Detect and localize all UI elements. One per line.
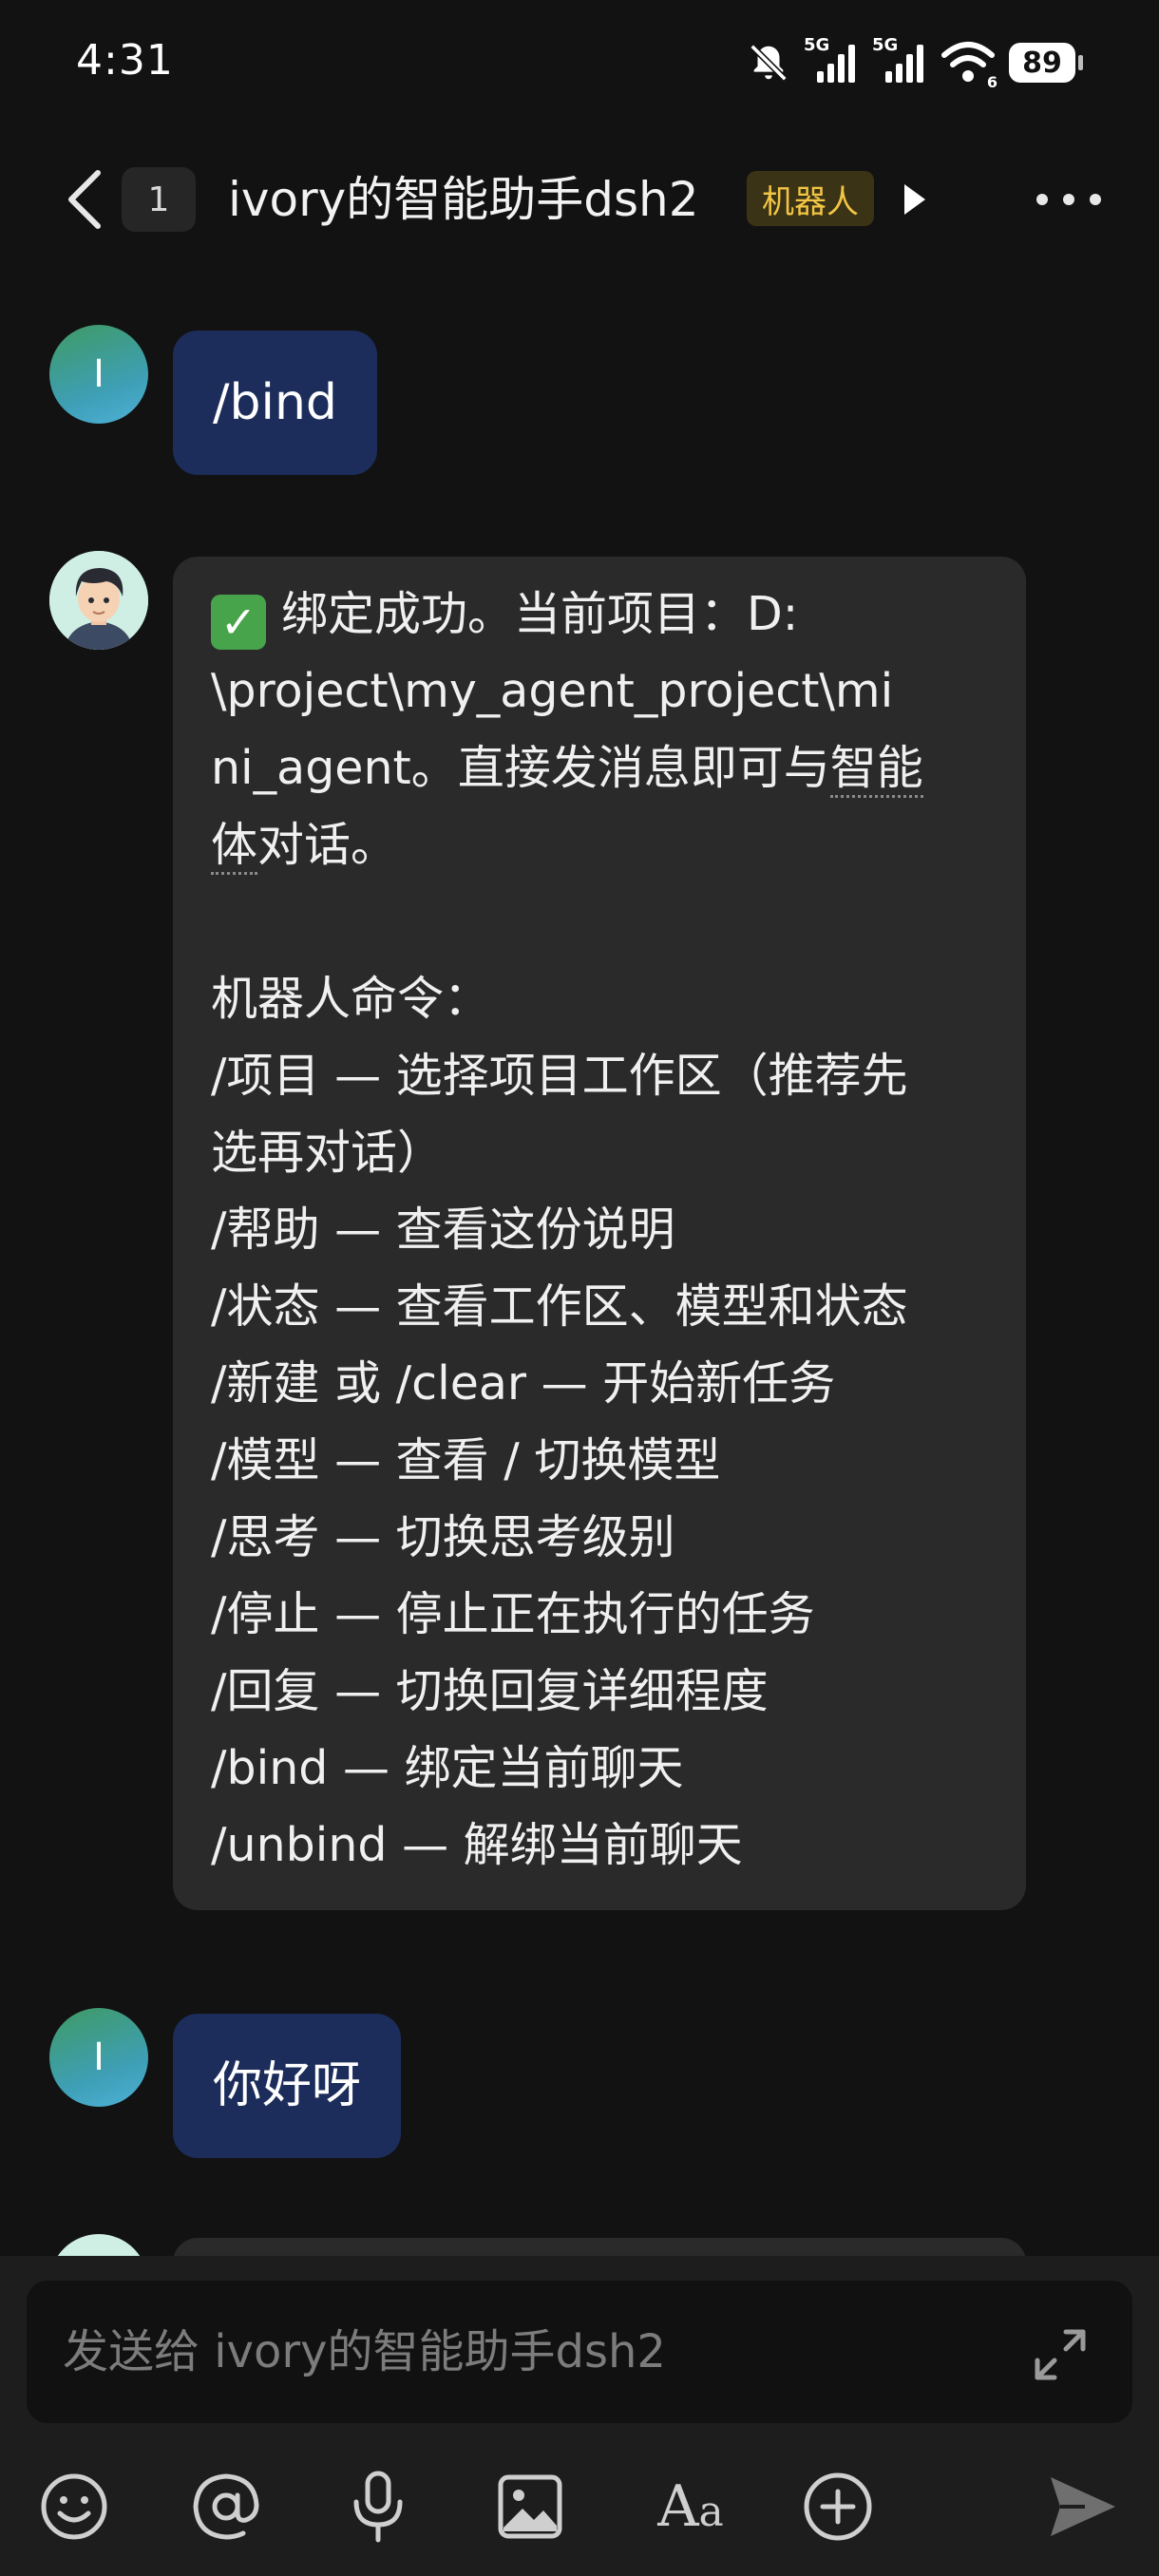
mute-bell-icon <box>747 41 790 85</box>
bot-line: /新建 或 /clear — 开始新任务 <box>211 1356 836 1411</box>
plus-button[interactable] <box>800 2469 876 2545</box>
message-input-placeholder: 发送给 ivory的智能助手dsh2 <box>63 2325 666 2378</box>
font-icon: Aa <box>657 2478 724 2535</box>
plus-icon <box>804 2472 872 2541</box>
mention-button[interactable] <box>188 2469 264 2545</box>
user-message-text: 你好呀 <box>213 2057 362 2114</box>
bot-line-text: 绑定成功。当前项目：D: <box>281 587 799 641</box>
user-avatar[interactable]: I <box>49 2008 148 2107</box>
expand-input-button[interactable] <box>1030 2324 1091 2385</box>
composer: 发送给 ivory的智能助手dsh2 Aa <box>0 2256 1159 2576</box>
signal-5g-icon-2: 5G <box>872 35 927 86</box>
back-button[interactable] <box>51 161 118 237</box>
user-message-text: /bind <box>213 374 337 431</box>
status-icons: 5G 5G 6 89 <box>747 34 1083 91</box>
check-mark-icon: ✓ <box>211 595 266 650</box>
send-icon <box>1051 2477 1115 2536</box>
bot-line: ni_agent。直接发消息即可与智能 <box>211 729 988 806</box>
expand-icon <box>1035 2329 1086 2380</box>
bot-line: /停止 — 停止正在执行的任务 <box>211 1587 815 1641</box>
bot-line: 体对话。 <box>211 806 988 883</box>
chat-title[interactable]: ivory的智能助手dsh2 <box>228 167 699 232</box>
font-format-button[interactable]: Aa <box>648 2469 733 2545</box>
voice-button[interactable] <box>340 2469 416 2545</box>
more-options-button[interactable] <box>1026 171 1112 228</box>
bot-line: /bind — 绑定当前聊天 <box>211 1741 684 1795</box>
user-message-bubble[interactable]: /bind <box>173 331 377 475</box>
bot-message-bubble[interactable]: ✓ 绑定成功。当前项目：D: \project\my_agent_project\… <box>173 557 1026 1910</box>
bot-avatar-partial[interactable] <box>49 2234 148 2256</box>
user-avatar[interactable]: I <box>49 325 148 424</box>
bot-line: 选再对话） <box>211 1126 445 1180</box>
bot-line: /模型 — 查看 / 切换模型 <box>211 1433 721 1487</box>
image-icon <box>498 2474 562 2539</box>
bot-line: 机器人命令： <box>211 972 491 1026</box>
emoji-button[interactable] <box>36 2469 112 2545</box>
microphone-icon <box>353 2471 403 2543</box>
unread-count-badge[interactable]: 1 <box>122 167 196 232</box>
entity-link[interactable]: 智能 <box>829 741 923 798</box>
emoji-icon <box>41 2473 107 2540</box>
wifi-level: 6 <box>986 73 998 91</box>
bot-line-text: 对话。 <box>257 818 398 872</box>
font-icon-big: A <box>657 2473 699 2540</box>
composer-toolbar: Aa <box>0 2459 1159 2564</box>
status-bar: 4:31 5G 5G 6 89 <box>0 0 1159 123</box>
chat-header: 1 ivory的智能助手dsh2 机器人 <box>0 142 1159 256</box>
bot-line-text: ni_agent。直接发消息即可与 <box>211 741 830 795</box>
bot-message-bubble-partial[interactable] <box>173 2238 1026 2256</box>
bot-line: /帮助 — 查看这份说明 <box>211 1203 675 1257</box>
wifi-icon: 6 <box>940 40 998 91</box>
bot-avatar-image <box>49 551 148 650</box>
image-button[interactable] <box>492 2469 568 2545</box>
font-icon-small: a <box>698 2488 724 2536</box>
bot-line: \project\my_agent_project\mi <box>211 664 894 718</box>
bot-line: /项目 — 选择项目工作区（推荐先 <box>211 1049 908 1103</box>
battery-indicator: 89 <box>1009 43 1083 83</box>
title-expand-button[interactable] <box>893 177 935 222</box>
bot-line: /回复 — 切换回复详细程度 <box>211 1664 769 1718</box>
status-time: 4:31 <box>76 36 174 85</box>
message-list[interactable]: I /bind ✓ 绑定成功。当前项目：D: \project\my_agent_… <box>0 275 1159 2256</box>
bot-tag: 机器人 <box>747 171 874 226</box>
entity-link-continued[interactable]: 体 <box>211 818 258 875</box>
user-message-bubble[interactable]: 你好呀 <box>173 2014 402 2158</box>
bot-line: /思考 — 切换思考级别 <box>211 1510 675 1564</box>
bot-line-blank <box>211 883 988 960</box>
signal-5g-icon: 5G <box>804 35 859 86</box>
bot-line: /unbind — 解绑当前聊天 <box>211 1818 743 1872</box>
mention-icon <box>193 2473 259 2540</box>
chevron-left-icon <box>68 170 101 229</box>
more-dots-icon <box>1036 194 1101 205</box>
triangle-right-icon <box>904 184 925 215</box>
message-input[interactable]: 发送给 ivory的智能助手dsh2 <box>27 2281 1132 2423</box>
bot-line: /状态 — 查看工作区、模型和状态 <box>211 1279 908 1334</box>
send-button[interactable] <box>1045 2469 1121 2545</box>
bot-avatar[interactable] <box>49 551 148 650</box>
bot-line: ✓ 绑定成功。当前项目：D: <box>211 576 988 653</box>
